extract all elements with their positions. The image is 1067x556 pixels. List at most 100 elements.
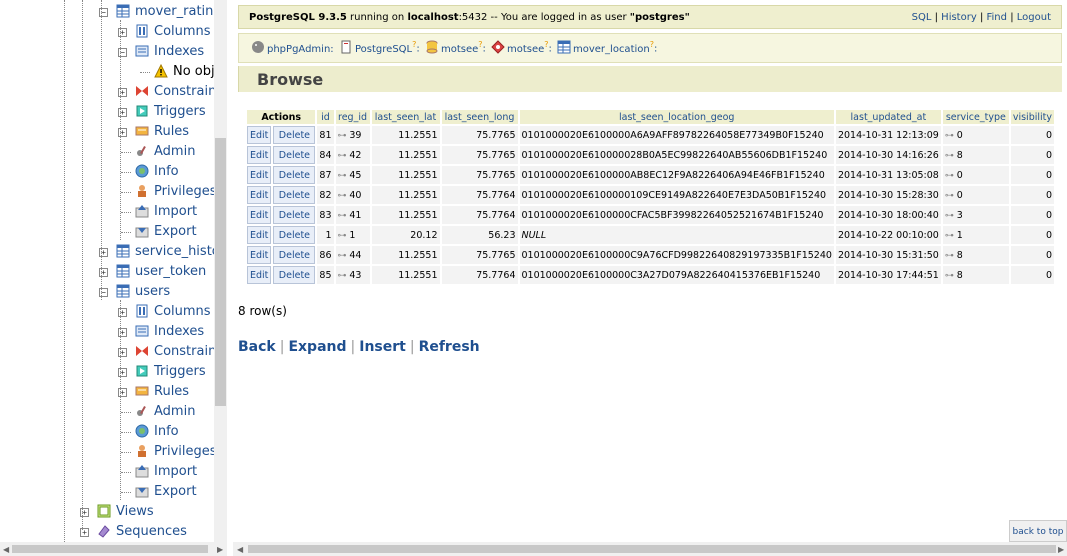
foreign-key-icon[interactable]: ⊶: [338, 231, 350, 241]
foreign-key-icon[interactable]: ⊶: [338, 271, 350, 281]
column-header-last-seen-lat[interactable]: last_seen_lat: [371, 110, 440, 124]
breadcrumb-item[interactable]: phpPgAdmin:: [251, 40, 334, 57]
tree-item[interactable]: + Triggers: [0, 362, 214, 382]
foreign-key-icon[interactable]: ⊶: [945, 231, 957, 241]
main-horizontal-scroll-thumb[interactable]: [248, 545, 1056, 553]
breadcrumb-label: PostgreSQL: [355, 43, 413, 55]
tree-item[interactable]: Export: [0, 222, 214, 242]
insert-link[interactable]: Insert: [359, 339, 406, 355]
tree-item[interactable]: Admin: [0, 142, 214, 162]
tree-item[interactable]: Import: [0, 462, 214, 482]
foreign-key-icon[interactable]: ⊶: [945, 151, 957, 161]
tree-item[interactable]: + Rules: [0, 122, 214, 142]
column-header-service-type[interactable]: service_type: [942, 110, 1009, 124]
cell-reg-id: ⊶ 1: [335, 226, 370, 244]
column-header-last-updated-at[interactable]: last_updated_at: [835, 110, 941, 124]
cell-value: 1: [956, 229, 963, 241]
tree-item[interactable]: No obj: [0, 62, 214, 82]
tree-item[interactable]: Info: [0, 162, 214, 182]
main-scroll-left-arrow-icon[interactable]: ◀: [237, 545, 243, 554]
logout-link[interactable]: Logout: [1017, 12, 1051, 23]
find-link[interactable]: Find: [987, 12, 1008, 23]
indexes-icon: [135, 324, 149, 338]
edit-button[interactable]: Edit: [247, 126, 272, 144]
edit-button[interactable]: Edit: [247, 206, 272, 224]
column-header-reg-id[interactable]: reg_id: [335, 110, 370, 124]
tree-item[interactable]: Admin: [0, 402, 214, 422]
table-icon: [116, 264, 130, 278]
tree-item[interactable]: Import: [0, 202, 214, 222]
edit-button[interactable]: Edit: [247, 266, 272, 284]
delete-button[interactable]: Delete: [273, 166, 316, 184]
tree-item[interactable]: − mover_rating: [0, 2, 214, 22]
tree-item[interactable]: + Indexes: [0, 322, 214, 342]
foreign-key-icon[interactable]: ⊶: [945, 271, 957, 281]
breadcrumb-item[interactable]: mover_location?:: [557, 40, 657, 57]
tree-item[interactable]: +Constraint: [0, 82, 214, 102]
edit-button[interactable]: Edit: [247, 226, 272, 244]
tree-item[interactable]: + Columns: [0, 22, 214, 42]
delete-button[interactable]: Delete: [273, 186, 316, 204]
delete-button[interactable]: Delete: [273, 266, 316, 284]
tree-item[interactable]: +Constraint: [0, 342, 214, 362]
foreign-key-icon[interactable]: ⊶: [945, 171, 957, 181]
tree-item[interactable]: Info: [0, 422, 214, 442]
column-header-last-seen-location-geog[interactable]: last_seen_location_geog: [519, 110, 834, 124]
cell-value: 8: [956, 269, 963, 281]
scroll-left-arrow-icon[interactable]: ◀: [3, 545, 9, 554]
foreign-key-icon[interactable]: ⊶: [338, 211, 350, 221]
refresh-link[interactable]: Refresh: [419, 339, 480, 355]
tree-item[interactable]: + Columns: [0, 302, 214, 322]
tree-item[interactable]: Export: [0, 482, 214, 502]
history-link[interactable]: History: [941, 12, 977, 23]
foreign-key-icon[interactable]: ⊶: [338, 151, 350, 161]
tree-item[interactable]: + Triggers: [0, 102, 214, 122]
delete-button[interactable]: Delete: [273, 126, 316, 144]
expand-link[interactable]: Expand: [288, 339, 346, 355]
scroll-right-arrow-icon[interactable]: ▶: [217, 545, 223, 554]
tree-item[interactable]: Privileges: [0, 442, 214, 462]
back-link[interactable]: Back: [238, 339, 276, 355]
foreign-key-icon[interactable]: ⊶: [338, 131, 350, 141]
edit-button[interactable]: Edit: [247, 246, 272, 264]
tree-item[interactable]: − Indexes: [0, 42, 214, 62]
tree-item[interactable]: + Sequences: [0, 522, 214, 542]
breadcrumb-item[interactable]: motsee?:: [425, 40, 486, 57]
foreign-key-icon[interactable]: ⊶: [945, 211, 957, 221]
delete-button[interactable]: Delete: [273, 226, 316, 244]
foreign-key-icon[interactable]: ⊶: [945, 191, 957, 201]
main-scroll-right-arrow-icon[interactable]: ▶: [1058, 545, 1064, 554]
tree-horizontal-scroll-thumb[interactable]: [12, 545, 208, 553]
tree-vertical-scroll-thumb[interactable]: [215, 138, 226, 406]
delete-button[interactable]: Delete: [273, 246, 316, 264]
delete-button[interactable]: Delete: [273, 146, 316, 164]
cell-reg-id: ⊶ 44: [335, 246, 370, 264]
tree-item[interactable]: − users: [0, 282, 214, 302]
foreign-key-icon[interactable]: ⊶: [338, 171, 350, 181]
tree-item[interactable]: + Rules: [0, 382, 214, 402]
admin-icon: [135, 144, 149, 158]
export-icon: [135, 484, 149, 498]
back-to-top-link[interactable]: back to top: [1009, 520, 1067, 542]
breadcrumb-item[interactable]: PostgreSQL?:: [339, 40, 420, 57]
tree-item[interactable]: + Views: [0, 502, 214, 522]
tree-item[interactable]: +service_histor: [0, 242, 214, 262]
edit-button[interactable]: Edit: [247, 186, 272, 204]
delete-button[interactable]: Delete: [273, 206, 316, 224]
sql-link[interactable]: SQL: [912, 12, 932, 23]
tree-item-label: Rules: [154, 124, 190, 139]
column-header-last-seen-long[interactable]: last_seen_long: [441, 110, 518, 124]
foreign-key-icon[interactable]: ⊶: [338, 251, 350, 261]
breadcrumb-item[interactable]: motsee?:: [491, 40, 552, 57]
tree-item[interactable]: + user_token: [0, 262, 214, 282]
edit-button[interactable]: Edit: [247, 146, 272, 164]
foreign-key-icon[interactable]: ⊶: [945, 251, 957, 261]
foreign-key-icon[interactable]: ⊶: [945, 131, 957, 141]
table-icon: [116, 4, 130, 18]
foreign-key-icon[interactable]: ⊶: [338, 191, 350, 201]
edit-button[interactable]: Edit: [247, 166, 272, 184]
tree-item[interactable]: Privileges: [0, 182, 214, 202]
column-header-id[interactable]: id: [317, 110, 334, 124]
column-header-visibility[interactable]: visibility: [1010, 110, 1054, 124]
rules-icon: [135, 124, 149, 138]
